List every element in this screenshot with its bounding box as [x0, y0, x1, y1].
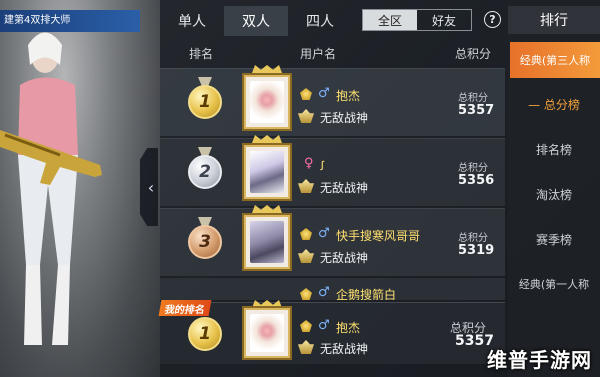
player-title: 无敌战神	[320, 342, 369, 356]
player-name: 企鹅搜箭白	[336, 288, 397, 300]
avatar[interactable]	[244, 145, 290, 199]
sidebar-item-classic-tpp[interactable]: 经典(第三人称	[510, 42, 600, 78]
character-with-rifle-illustration	[0, 32, 102, 345]
male-gender-icon: ♂	[318, 318, 330, 333]
male-gender-icon: ♂	[318, 226, 330, 241]
points-value: 5319	[458, 243, 495, 258]
tab-squad[interactable]: 四人	[288, 6, 352, 36]
points-label: 总积分	[458, 233, 488, 244]
scope-toggle: 全区 好友	[362, 9, 472, 31]
vip-badge-icon	[300, 228, 312, 240]
season-rank-banner: 建第4双排大师	[0, 10, 140, 32]
silver-medal-icon: 2	[188, 155, 222, 189]
vip-badge-icon	[300, 88, 312, 100]
sidebar-item-total-points[interactable]: 总分榜	[508, 96, 600, 113]
help-icon[interactable]: ?	[484, 11, 501, 28]
leaderboard-row[interactable]: 3 ♂ 快手搜寒风哥哥 无敌战神 总积分 5319	[160, 205, 505, 276]
male-gender-icon: ♂	[318, 285, 330, 300]
female-gender-icon: ♀	[304, 156, 314, 171]
crown-frame-icon	[252, 300, 282, 308]
title-emblem-icon	[298, 249, 314, 263]
title-emblem-icon	[298, 340, 314, 354]
player-name: 抱杰	[336, 321, 361, 335]
sidebar-item-classic-fpp[interactable]: 经典(第一人称	[508, 276, 600, 292]
site-watermark: 维普手游网	[487, 348, 592, 372]
column-rank-header: 排名	[189, 47, 214, 61]
leaderboard-row[interactable]: 2 ♀ ꭍ 无敌战神 总积分 5356	[160, 135, 505, 206]
points-value: 5357	[458, 103, 495, 118]
points-label: 总积分	[458, 163, 488, 174]
scope-all-button[interactable]: 全区	[363, 10, 417, 30]
leaderboard-row-partial[interactable]: ♂ 企鹅搜箭白	[160, 278, 505, 300]
my-rank-label: 我的排名	[158, 300, 212, 316]
title-emblem-icon	[298, 109, 314, 123]
player-name: ꭍ	[320, 159, 325, 173]
player-name: 抱杰	[336, 89, 361, 103]
points-value: 5356	[458, 173, 495, 188]
my-rank-row[interactable]: 1 ♂ 抱杰 无敌战神 总积分 5357	[160, 300, 505, 364]
collapse-panel-button[interactable]: ‹	[140, 148, 158, 226]
column-user-header: 用户名	[300, 47, 337, 61]
avatar[interactable]	[244, 215, 290, 269]
scope-friends-button[interactable]: 好友	[417, 10, 471, 30]
gold-medal-icon: 1	[188, 85, 222, 119]
avatar[interactable]	[244, 308, 290, 358]
sidebar-item-season[interactable]: 赛季榜	[508, 231, 600, 248]
male-gender-icon: ♂	[318, 86, 330, 101]
tab-duo[interactable]: 双人	[224, 6, 288, 36]
sidebar-item-placement[interactable]: 排名榜	[508, 141, 600, 158]
points-label: 总积分	[458, 93, 488, 104]
player-title: 无敌战神	[320, 251, 369, 265]
avatar[interactable]	[244, 75, 290, 129]
tab-solo[interactable]: 单人	[160, 6, 224, 36]
vip-badge-icon	[300, 320, 312, 332]
sidebar-item-kills[interactable]: 淘汰榜	[508, 186, 600, 203]
player-name: 快手搜寒风哥哥	[336, 229, 421, 243]
gold-medal-icon: 1	[188, 317, 222, 351]
mode-tabs: 单人 双人 四人	[160, 6, 352, 36]
title-emblem-icon	[298, 179, 314, 193]
bronze-medal-icon: 3	[188, 225, 222, 259]
player-title: 无敌战神	[320, 181, 369, 195]
player-title: 无敌战神	[320, 111, 369, 125]
sidebar-title: 排行	[508, 6, 600, 34]
leaderboard-row[interactable]: 1 ♂ 抱杰 无敌战神 总积分 5357	[160, 65, 505, 136]
column-points-header: 总积分	[455, 47, 492, 61]
vip-badge-icon	[300, 288, 312, 300]
